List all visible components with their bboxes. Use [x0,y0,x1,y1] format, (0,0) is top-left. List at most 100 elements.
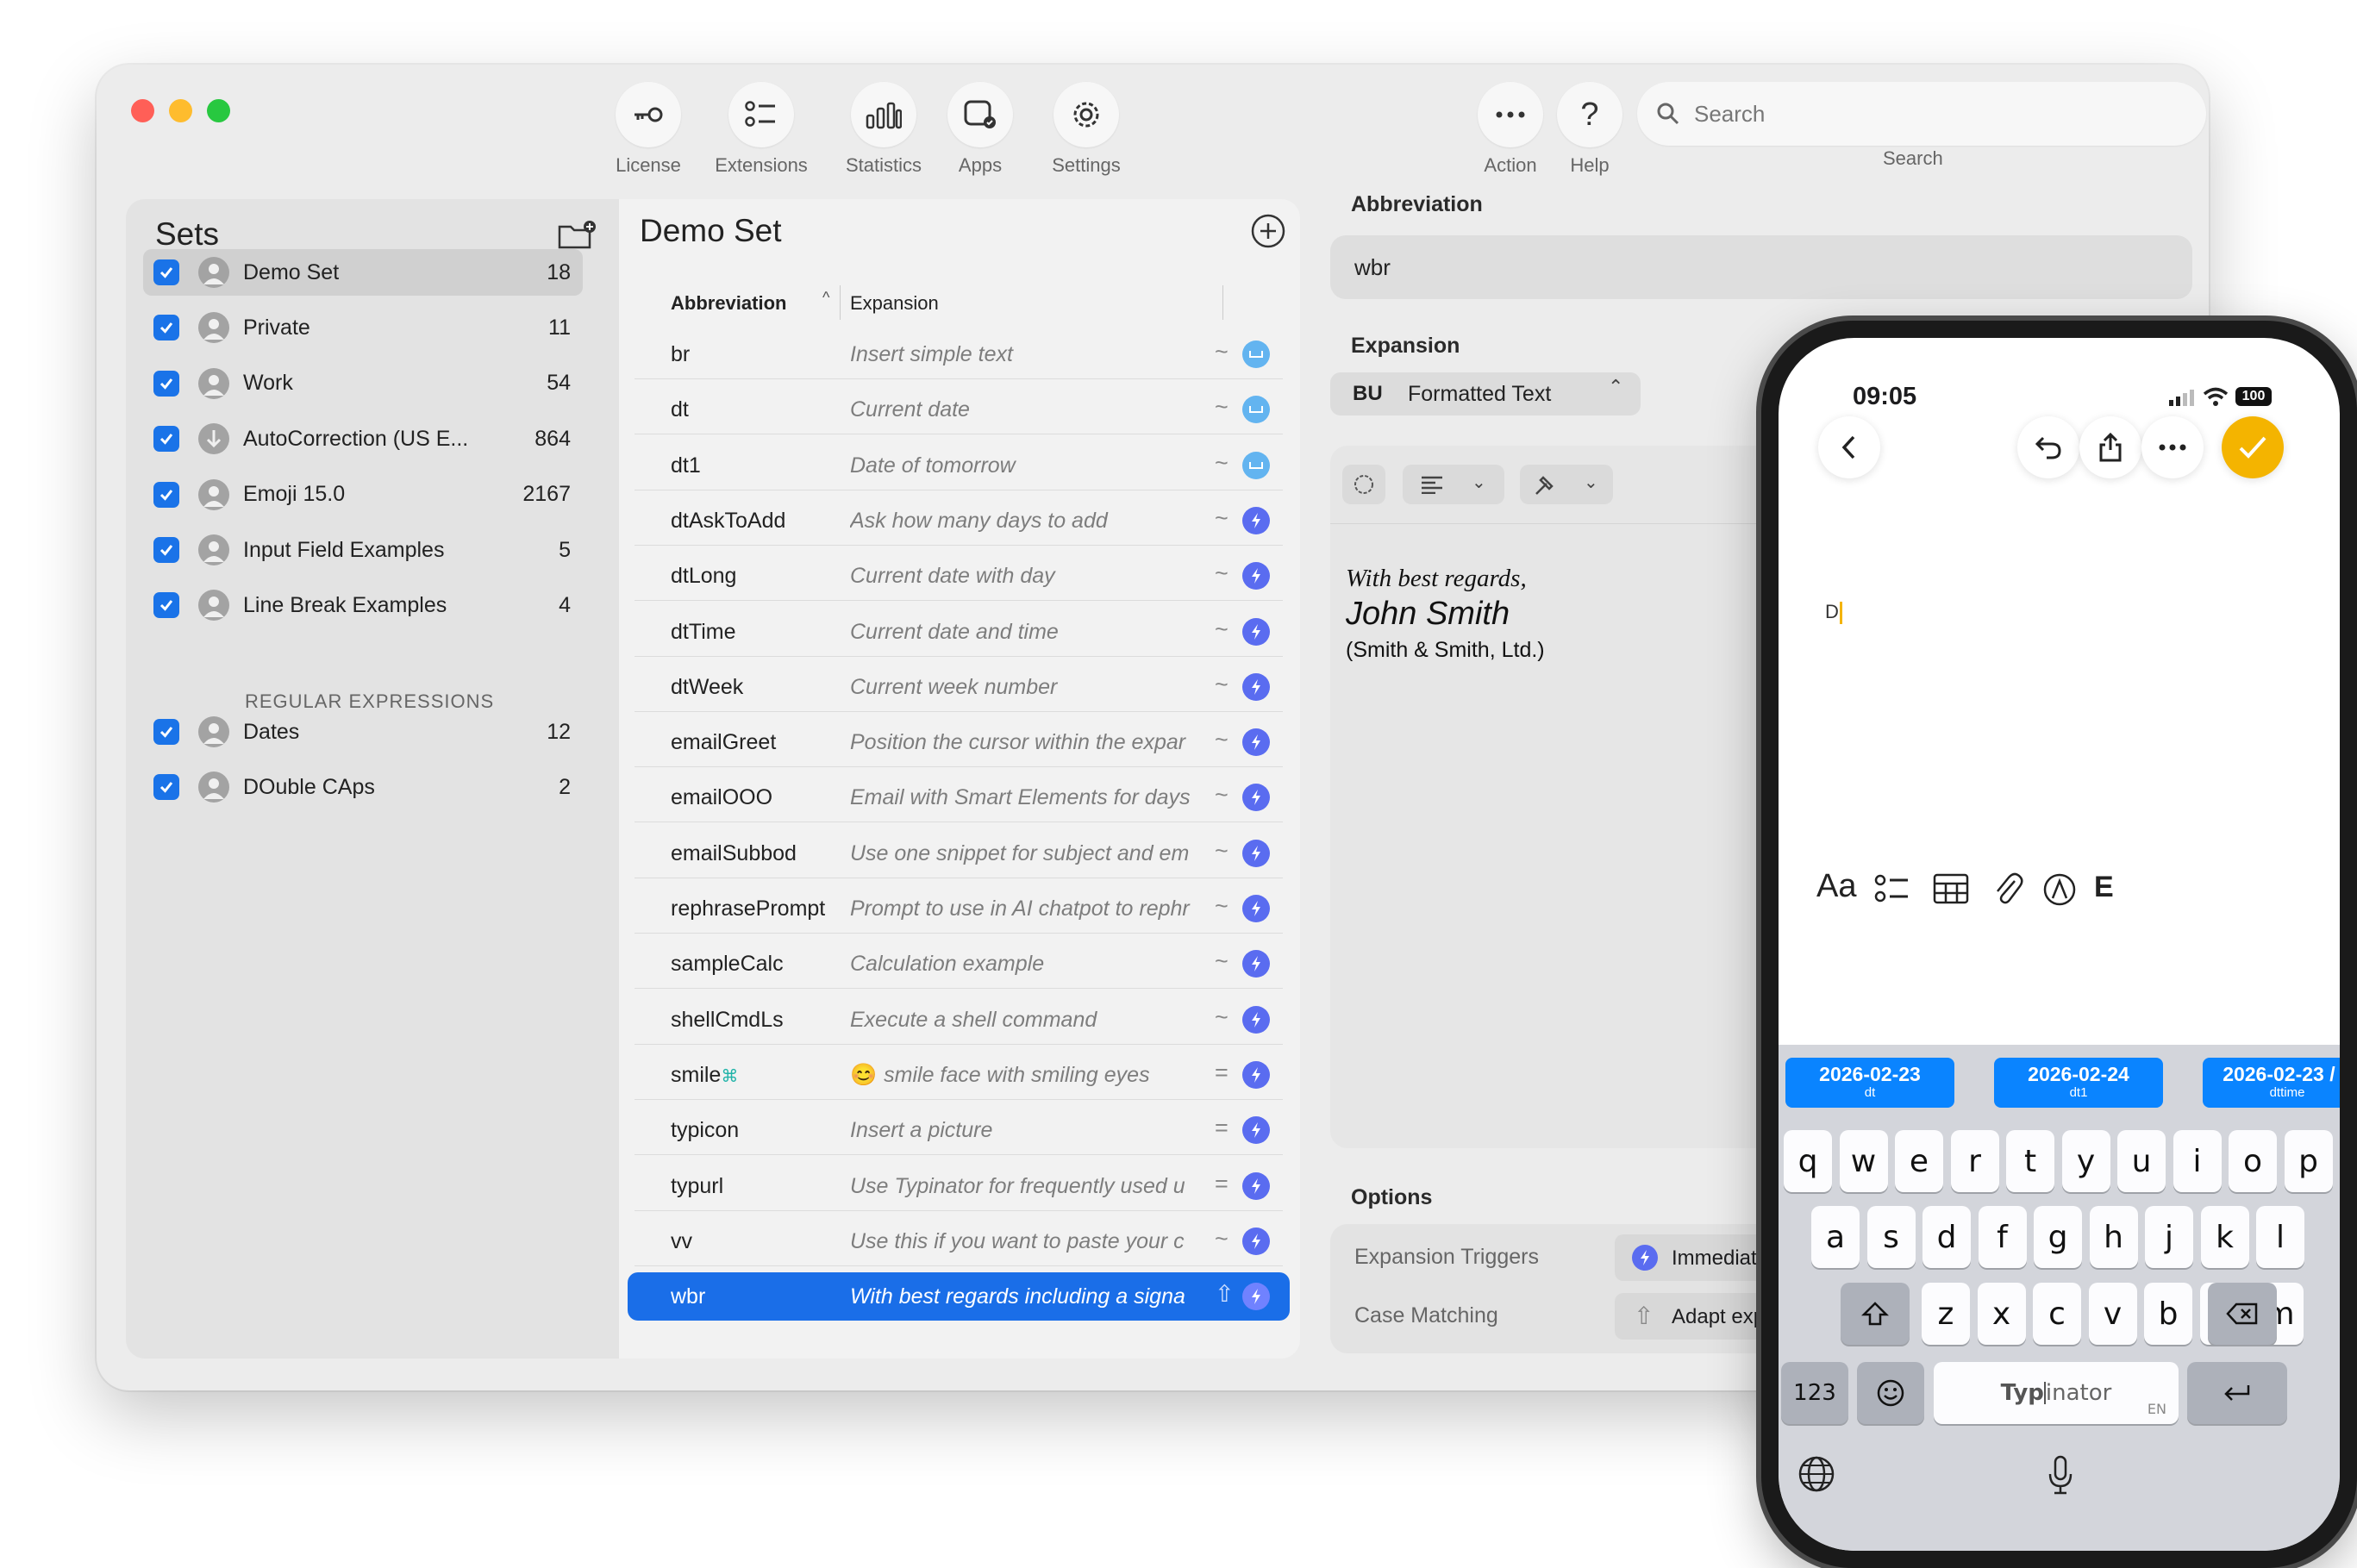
key-b[interactable]: b [2144,1283,2192,1345]
abbreviation-row[interactable]: emailOOO Email with Smart Elements for da… [635,773,1283,823]
key-o[interactable]: o [2229,1130,2277,1192]
abbreviation-row[interactable]: vv Use this if you want to paste your c ~ [635,1217,1283,1266]
abbreviation-row[interactable]: emailGreet Position the cursor within the… [635,718,1283,768]
markup-pen-icon[interactable] [2042,872,2077,907]
new-folder-icon[interactable] [557,218,598,253]
set-enabled-checkbox[interactable] [153,315,179,341]
set-enabled-checkbox[interactable] [153,370,179,397]
globe-icon[interactable] [1797,1455,1835,1493]
statistics-button[interactable]: Statistics [836,82,931,177]
abbreviation-row[interactable]: wbr With best regards including a signa ⇧ [628,1272,1290,1321]
abbreviation-row[interactable]: dtTime Current date and time ~ [635,608,1283,657]
set-row[interactable]: Input Field Examples 5 [143,527,583,573]
key-p[interactable]: p [2284,1130,2333,1192]
numbers-key[interactable]: 123 [1781,1362,1848,1424]
key-l[interactable]: l [2256,1206,2304,1268]
key-k[interactable]: k [2200,1206,2249,1268]
format-select[interactable]: BU Formatted Text ⌃ [1330,372,1641,415]
set-enabled-checkbox[interactable] [153,426,179,453]
key-g[interactable]: g [2034,1206,2082,1268]
set-row[interactable]: DOuble CAps 2 [143,764,583,810]
key-x[interactable]: x [1977,1283,2026,1345]
abbreviation-row[interactable]: emailSubbod Use one snippet for subject a… [635,829,1283,878]
set-row[interactable]: Private 11 [143,304,583,351]
abbreviation-row[interactable]: rephrasePrompt Prompt to use in AI chatpo… [635,884,1283,934]
more-format-icon[interactable]: E [2094,871,2114,904]
set-row[interactable]: Line Break Examples 4 [143,582,583,628]
extensions-button[interactable]: Extensions [706,82,816,177]
paperclip-icon[interactable] [1992,869,2023,907]
zoom-window-button[interactable] [207,99,230,122]
set-row[interactable]: Demo Set 18 [143,249,583,296]
shift-key[interactable] [1841,1283,1910,1345]
set-row[interactable]: Emoji 15.0 2167 [143,472,583,518]
abbreviation-row[interactable]: typurl Use Typinator for frequently used … [635,1162,1283,1211]
search-field[interactable]: Search [1637,82,2206,146]
key-y[interactable]: y [2061,1130,2110,1192]
set-row[interactable]: AutoCorrection (US E... 864 [143,415,583,462]
back-button[interactable] [1818,416,1880,478]
more-button[interactable] [2141,416,2204,478]
set-row[interactable]: Dates 12 [143,709,583,755]
key-f[interactable]: f [1978,1206,2027,1268]
action-button[interactable]: Action [1473,82,1547,177]
smart-element-button[interactable] [1342,465,1385,504]
abbreviation-row[interactable]: dtWeek Current week number ~ [635,663,1283,712]
emoji-key[interactable] [1857,1362,1924,1424]
key-u[interactable]: u [2117,1130,2166,1192]
set-enabled-checkbox[interactable] [153,592,179,619]
set-enabled-checkbox[interactable] [153,481,179,508]
abbreviation-row[interactable]: br Insert simple text ~ [635,330,1283,379]
key-e[interactable]: e [1895,1130,1943,1192]
add-abbreviation-icon[interactable] [1250,213,1286,249]
align-dropdown[interactable]: ⌄ [1403,465,1504,504]
document-text[interactable]: D [1825,601,1842,625]
date-suggestion[interactable]: 2026-02-23 / 5 dttime [2203,1058,2340,1108]
table-icon[interactable] [1932,872,1970,905]
set-enabled-checkbox[interactable] [153,537,179,563]
key-w[interactable]: w [1839,1130,1888,1192]
col-expansion[interactable]: Expansion [850,292,939,315]
return-key[interactable] [2187,1362,2287,1424]
abbreviation-row[interactable]: sampleCalc Calculation example ~ [635,940,1283,990]
key-j[interactable]: j [2145,1206,2193,1268]
undo-button[interactable] [2017,416,2079,478]
checklist-icon[interactable] [1873,872,1911,905]
settings-button[interactable]: Settings [1030,82,1142,177]
tools-dropdown[interactable]: ⌄ [1520,465,1613,504]
date-suggestion[interactable]: 2026-02-23 dt [1785,1058,1954,1108]
close-window-button[interactable] [131,99,154,122]
minimize-window-button[interactable] [169,99,192,122]
key-h[interactable]: h [2089,1206,2138,1268]
set-row[interactable]: Work 54 [143,360,583,407]
license-button[interactable]: License [597,82,700,177]
key-q[interactable]: q [1784,1130,1832,1192]
delete-key[interactable] [2208,1283,2277,1345]
done-button[interactable] [2222,416,2284,478]
set-enabled-checkbox[interactable] [153,774,179,801]
key-s[interactable]: s [1866,1206,1916,1268]
help-button[interactable]: ? Help [1555,82,1624,177]
key-r[interactable]: r [1950,1130,1999,1192]
set-enabled-checkbox[interactable] [153,259,179,285]
space-key[interactable]: Typ inator EN [1934,1362,2179,1424]
abbreviation-row[interactable]: smile⌘ 😊 smile face with smiling eyes = [635,1051,1283,1100]
key-a[interactable]: a [1811,1206,1860,1268]
abbreviation-row[interactable]: dtAskToAdd Ask how many days to add ~ [635,497,1283,546]
key-t[interactable]: t [2006,1130,2054,1192]
key-v[interactable]: v [2088,1283,2137,1345]
abbreviation-row[interactable]: shellCmdLs Execute a shell command ~ [635,996,1283,1045]
share-button[interactable] [2079,416,2141,478]
text-format-button[interactable]: Aa [1816,868,1856,905]
apps-button[interactable]: Apps [941,82,1019,177]
abbreviation-input[interactable]: wbr [1330,235,2192,299]
key-c[interactable]: c [2033,1283,2081,1345]
abbreviation-row[interactable]: dt Current date ~ [635,385,1283,435]
set-enabled-checkbox[interactable] [153,719,179,745]
col-abbreviation[interactable]: Abbreviation [671,292,786,315]
abbreviation-row[interactable]: dtLong Current date with day ~ [635,552,1283,602]
microphone-icon[interactable] [2048,1455,2073,1495]
key-z[interactable]: z [1922,1283,1970,1345]
key-i[interactable]: i [2173,1130,2222,1192]
key-d[interactable]: d [1922,1206,1971,1268]
